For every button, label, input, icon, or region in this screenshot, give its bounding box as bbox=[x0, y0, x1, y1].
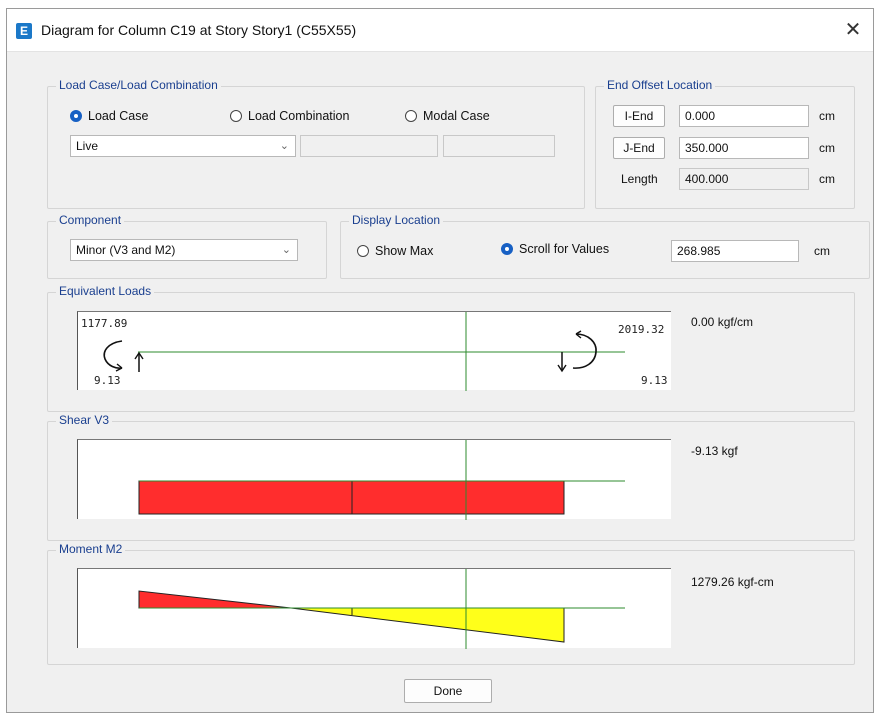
radio-scroll-values-indicator[interactable] bbox=[501, 243, 513, 255]
component-select[interactable]: Minor (V3 and M2) ⌄ bbox=[70, 239, 298, 261]
j-end-unit: cm bbox=[819, 141, 835, 155]
moment-readout: 1279.26 kgf-cm bbox=[691, 575, 774, 589]
radio-scroll-values-label: Scroll for Values bbox=[519, 242, 610, 256]
radio-modal-case-label: Modal Case bbox=[423, 109, 490, 123]
scroll-value-unit: cm bbox=[814, 244, 830, 258]
load-case-group-label: Load Case/Load Combination bbox=[56, 78, 221, 92]
shear-readout: -9.13 kgf bbox=[691, 444, 738, 458]
shear-group: Shear V3 -9.13 kgf bbox=[47, 413, 855, 541]
component-group: Component Minor (V3 and M2) ⌄ bbox=[47, 213, 327, 279]
moment-positive-fill bbox=[290, 607, 565, 643]
j-end-input[interactable]: 350.000 bbox=[679, 137, 809, 159]
display-location-group: Display Location Show Max Scroll for Val… bbox=[340, 213, 870, 279]
right-moment-value: 2019.32 bbox=[618, 323, 664, 336]
load-case-group: Load Case/Load Combination Load Case Loa… bbox=[47, 78, 585, 209]
moment-negative-fill bbox=[138, 590, 292, 609]
chevron-down-icon: ⌄ bbox=[279, 140, 289, 152]
shear-fill-right bbox=[351, 480, 565, 515]
left-moment-value: 1177.89 bbox=[81, 317, 127, 330]
scroll-value-input[interactable]: 268.985 bbox=[671, 240, 799, 262]
load-case-select-value: Live bbox=[76, 139, 99, 153]
radio-modal-case[interactable]: Modal Case bbox=[405, 109, 490, 123]
radio-modal-case-indicator[interactable] bbox=[405, 110, 417, 122]
left-moment-arrow-icon bbox=[103, 340, 123, 369]
i-end-button[interactable]: I-End bbox=[613, 105, 665, 127]
radio-load-case-indicator[interactable] bbox=[70, 110, 82, 122]
radio-scroll-values[interactable]: Scroll for Values bbox=[501, 242, 609, 256]
equivalent-loads-diagram: 1177.89 2019.32 9.13 9.13 bbox=[77, 311, 671, 391]
etabs-app-icon: E bbox=[16, 23, 32, 39]
extra-field-2 bbox=[443, 135, 555, 157]
i-end-unit: cm bbox=[819, 109, 835, 123]
radio-show-max-label: Show Max bbox=[375, 244, 434, 258]
extra-field-1 bbox=[300, 135, 438, 157]
end-offset-group: End Offset Location I-End 0.000 cm J-End… bbox=[595, 78, 855, 209]
i-end-input[interactable]: 0.000 bbox=[679, 105, 809, 127]
end-offset-group-label: End Offset Location bbox=[604, 78, 716, 92]
radio-load-combination-label: Load Combination bbox=[248, 109, 350, 123]
chevron-down-icon: ⌄ bbox=[281, 244, 291, 256]
load-case-select[interactable]: Live ⌄ bbox=[70, 135, 296, 157]
equivalent-loads-readout: 0.00 kgf/cm bbox=[691, 315, 754, 329]
radio-load-case[interactable]: Load Case bbox=[70, 109, 148, 123]
radio-show-max[interactable]: Show Max bbox=[357, 244, 433, 258]
done-button[interactable]: Done bbox=[404, 679, 492, 703]
left-force-value: 9.13 bbox=[94, 374, 121, 387]
moment-diagram bbox=[77, 568, 671, 649]
shear-fill-left bbox=[138, 480, 353, 515]
radio-load-case-label: Load Case bbox=[88, 109, 149, 123]
equivalent-loads-svg: 1177.89 2019.32 9.13 9.13 bbox=[81, 312, 668, 391]
radio-load-combination[interactable]: Load Combination bbox=[230, 109, 349, 123]
equivalent-loads-group: Equivalent Loads 1177.89 2019.32 9.13 9.… bbox=[47, 284, 855, 412]
radio-load-combination-indicator[interactable] bbox=[230, 110, 242, 122]
length-input: 400.000 bbox=[679, 168, 809, 190]
shear-svg bbox=[138, 440, 625, 520]
window-title: Diagram for Column C19 at Story Story1 (… bbox=[41, 22, 357, 38]
close-icon[interactable]: ✕ bbox=[841, 18, 865, 42]
display-location-group-label: Display Location bbox=[349, 213, 444, 227]
title-bar: E Diagram for Column C19 at Story Story1… bbox=[7, 9, 873, 52]
j-end-button[interactable]: J-End bbox=[613, 137, 665, 159]
shear-label: Shear V3 bbox=[56, 413, 113, 427]
shear-diagram bbox=[77, 439, 671, 520]
moment-label: Moment M2 bbox=[56, 542, 126, 556]
diagram-dialog: E Diagram for Column C19 at Story Story1… bbox=[6, 8, 874, 713]
equivalent-loads-label: Equivalent Loads bbox=[56, 284, 155, 298]
right-moment-arrow-icon bbox=[572, 333, 597, 369]
length-unit: cm bbox=[819, 172, 835, 186]
component-group-label: Component bbox=[56, 213, 125, 227]
right-force-value: 9.13 bbox=[641, 374, 668, 387]
length-label: Length bbox=[621, 172, 658, 186]
moment-group: Moment M2 1279.26 kgf-cm bbox=[47, 542, 855, 665]
component-select-value: Minor (V3 and M2) bbox=[76, 243, 176, 257]
radio-show-max-indicator[interactable] bbox=[357, 245, 369, 257]
moment-svg bbox=[138, 569, 625, 649]
